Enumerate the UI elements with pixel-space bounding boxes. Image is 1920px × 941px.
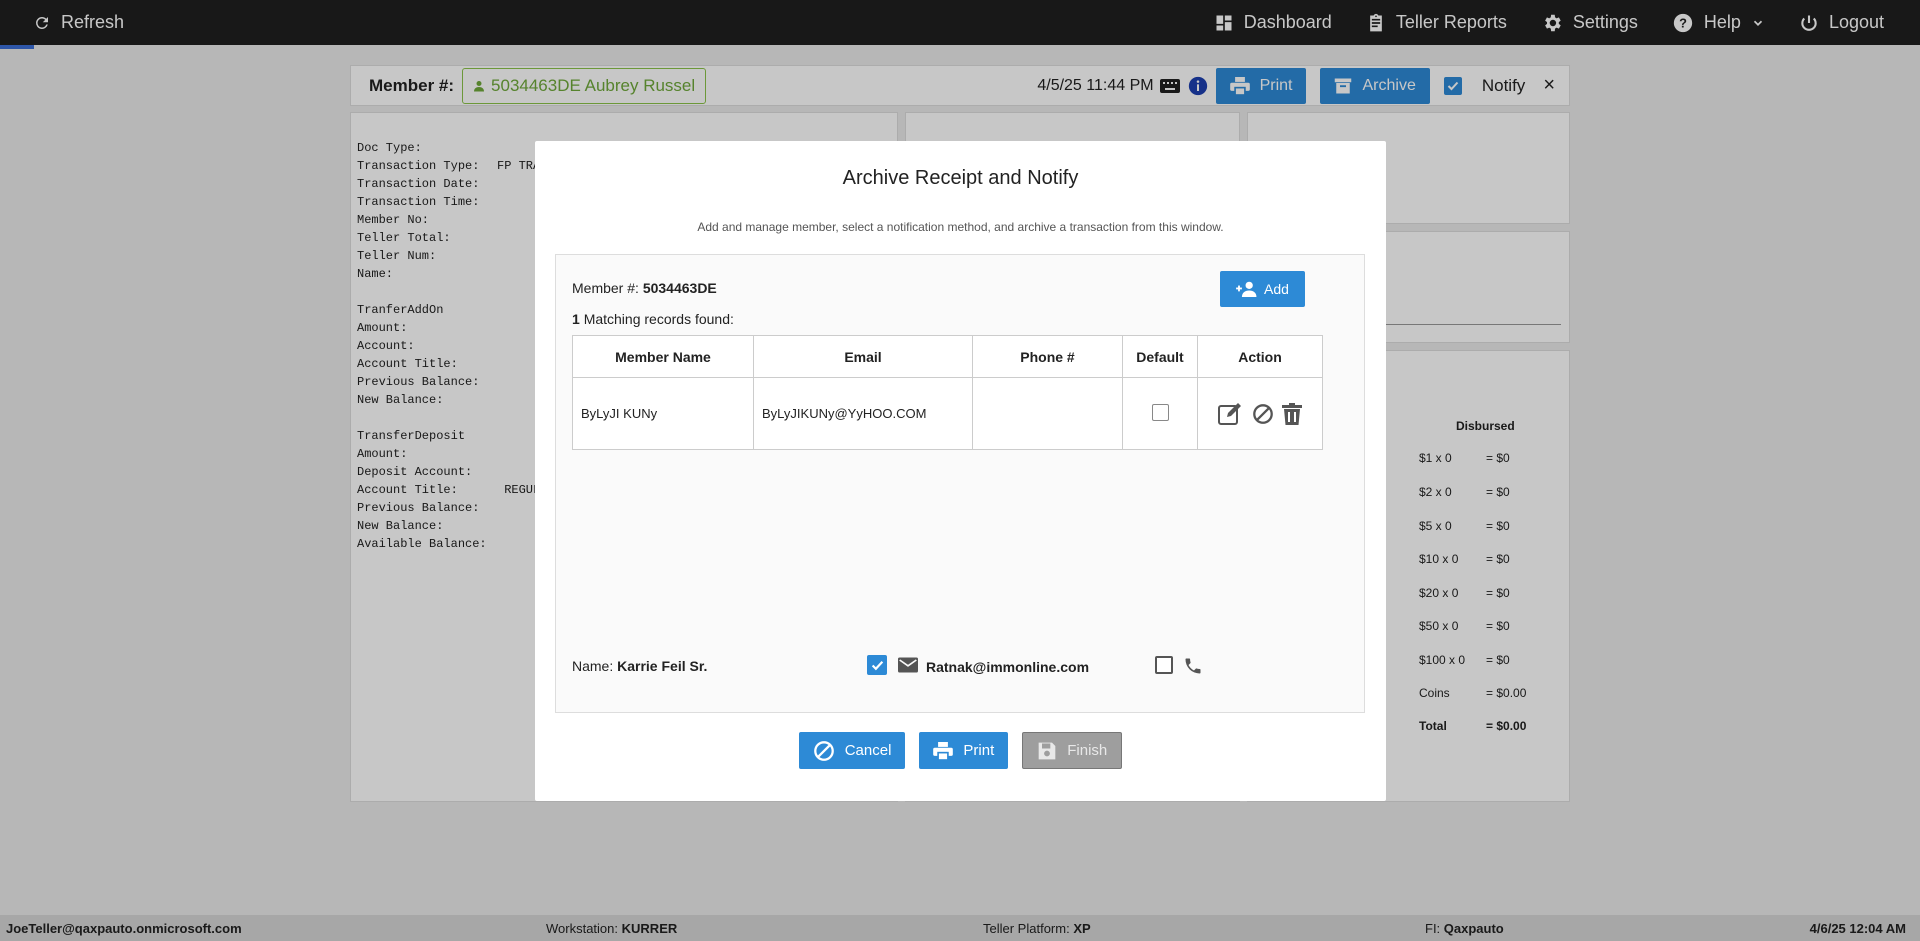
add-user-icon [1236,281,1257,297]
check-icon [871,660,883,670]
edit-icon[interactable] [1218,402,1244,426]
printer-icon [933,741,954,760]
phone-notify-checkbox[interactable] [1155,656,1173,674]
cancel-label: Cancel [844,742,892,759]
cell-phone [972,377,1123,450]
col-phone: Phone # [972,335,1123,378]
table-row: ByLyJI KUNy ByLyJIKUNy@YyHOO.COM [572,377,1323,450]
notify-name: Name: Karrie Feil Sr. [572,658,708,674]
records-table: Member Name Email Phone # Default Action… [572,335,1323,450]
col-member-name: Member Name [572,335,754,378]
cell-action [1197,377,1323,450]
finish-label: Finish [1067,742,1108,759]
email-notify-checkbox[interactable] [867,655,887,675]
default-checkbox[interactable] [1151,403,1169,421]
col-action: Action [1197,335,1323,378]
modal-subtitle: Add and manage member, select a notifica… [697,220,1224,234]
notify-email: Ratnak@immonline.com [926,659,1090,675]
modal-member-number: Member #: 5034463DE [572,280,717,296]
disable-icon[interactable] [1252,403,1274,425]
phone-icon [1185,658,1201,674]
matching-records-text: 1 Matching records found: [572,311,734,327]
notify-row: Name: Karrie Feil Sr. Ratnak@immonline.c… [572,655,1352,679]
add-label: Add [1264,281,1289,297]
print-label: Print [963,742,995,759]
cell-member-name: ByLyJI KUNy [572,377,754,450]
cancel-icon [813,740,834,761]
cell-default [1122,377,1198,450]
modal-footer: Cancel Print Finish [535,732,1386,769]
finish-button[interactable]: Finish [1022,732,1123,769]
cell-email: ByLyJIKUNy@YyHOO.COM [753,377,973,450]
mail-icon [898,657,918,673]
col-email: Email [753,335,973,378]
modal-title: Archive Receipt and Notify [842,167,1079,189]
trash-icon[interactable] [1282,402,1302,425]
add-button[interactable]: Add [1220,271,1305,307]
member-records-card: Member #: 5034463DE Add 1 Matching recor… [555,254,1365,713]
cancel-button[interactable]: Cancel [798,732,906,769]
save-icon [1038,742,1056,759]
col-default: Default [1122,335,1198,378]
archive-notify-modal: Archive Receipt and Notify Add and manag… [535,141,1386,801]
print-button[interactable]: Print [919,732,1009,769]
